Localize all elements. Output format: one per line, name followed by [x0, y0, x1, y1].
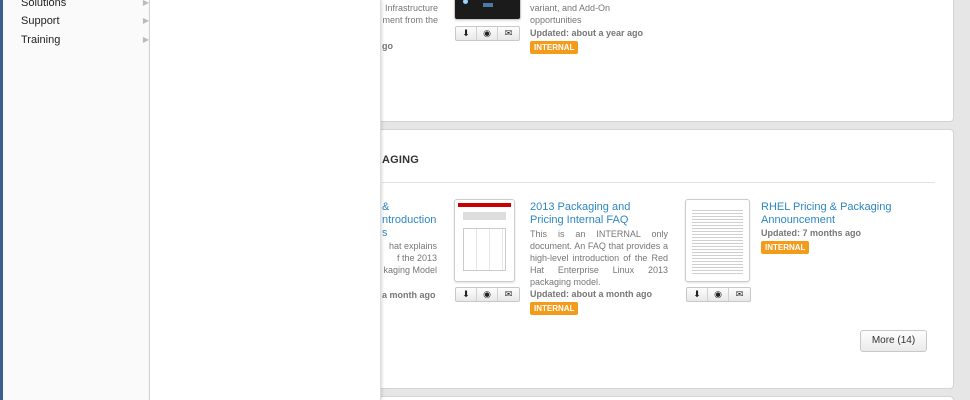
download-icon[interactable]: ⬇: [687, 288, 708, 301]
item-updated: a month ago: [382, 290, 436, 300]
section-divider: [382, 182, 935, 183]
document-actions: ⬇ ◉ ✉: [686, 287, 751, 302]
thumbnail-graphic: [463, 212, 506, 220]
sidebar-item-label: Support: [21, 15, 60, 27]
content-panel-bottom: [362, 396, 954, 400]
document-thumbnail[interactable]: [685, 199, 750, 282]
sidebar-item-training[interactable]: Training ▶: [21, 31, 151, 49]
document-thumbnail[interactable]: [454, 0, 521, 20]
nav-flyout-panel: [150, 0, 381, 400]
thumbnail-graphic: [483, 3, 493, 7]
thumbnail-graphic: [463, 0, 468, 4]
sidebar-item-label: Training: [21, 34, 61, 46]
envelope-icon[interactable]: ✉: [498, 288, 519, 301]
thumbnail-graphic: [692, 208, 743, 275]
item-updated: Updated: 7 months ago: [761, 228, 862, 238]
internal-badge: INTERNAL: [530, 302, 579, 315]
partial-item-updated: go: [382, 41, 393, 51]
eye-icon[interactable]: ◉: [708, 288, 729, 301]
eye-icon[interactable]: ◉: [477, 27, 498, 40]
document-thumbnail[interactable]: [454, 199, 515, 282]
document-actions: ⬇ ◉ ✉: [455, 287, 520, 302]
envelope-icon[interactable]: ✉: [729, 288, 750, 301]
sidebar-item-support[interactable]: Support ▶: [21, 12, 151, 30]
item-description: This is an INTERNAL only document. An FA…: [530, 229, 668, 287]
sidebar-nav: Solutions ▶ Support ▶ Training ▶: [0, 0, 150, 400]
item-updated: Updated: about a month ago: [530, 289, 652, 299]
item-title-link[interactable]: & ntroduction s: [382, 201, 442, 240]
item-updated: Updated: about a year ago: [530, 28, 644, 38]
item-title-link[interactable]: 2013 Packaging and Pricing Internal FAQ: [530, 201, 650, 227]
chevron-right-icon: ▶: [142, 0, 149, 7]
item-description: variant, and Add-On opportunities: [530, 3, 611, 25]
thumbnail-graphic: [458, 203, 511, 207]
download-icon[interactable]: ⬇: [456, 288, 477, 301]
more-button[interactable]: More (14): [860, 330, 927, 352]
sidebar-item-solutions[interactable]: Solutions ▶: [21, 0, 151, 12]
internal-badge: INTERNAL: [761, 241, 810, 254]
sidebar-item-label: Solutions: [21, 0, 67, 9]
section-title: AGING: [382, 154, 420, 166]
document-actions: ⬇ ◉ ✉: [455, 26, 520, 41]
chevron-right-icon: ▶: [142, 35, 149, 44]
envelope-icon[interactable]: ✉: [498, 27, 519, 40]
chevron-right-icon: ▶: [142, 16, 149, 25]
item-title-link[interactable]: RHEL Pricing & Packaging Announcement: [761, 201, 921, 227]
thumbnail-graphic: [463, 228, 506, 271]
partial-item-description: Infrastructure ment from the: [382, 3, 438, 25]
internal-badge: INTERNAL: [530, 41, 579, 54]
item-description: hat explains f the 2013 kaging Model: [383, 241, 437, 275]
eye-icon[interactable]: ◉: [477, 288, 498, 301]
download-icon[interactable]: ⬇: [456, 27, 477, 40]
